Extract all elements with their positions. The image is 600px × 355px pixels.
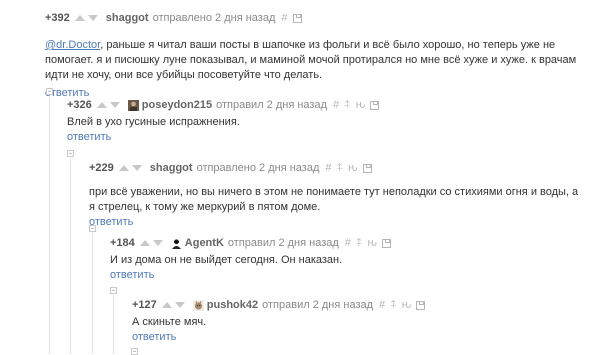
hash-icon[interactable]: # — [345, 237, 351, 249]
comment-text-content: , раньше я читал ваши посты в шапочке из… — [45, 39, 577, 81]
save-icon[interactable] — [362, 163, 372, 173]
pin-icon[interactable]: ⍏ — [356, 237, 363, 250]
pin-icon[interactable]: ⍏ — [344, 99, 351, 112]
reply-link[interactable]: ответить — [67, 131, 587, 143]
comment-time: отправил 2 дня назад — [216, 99, 327, 111]
comment-text: Влей в ухо гусиные испражнения. — [67, 116, 240, 128]
branch-icon[interactable]: ԋ — [348, 162, 358, 174]
comment-header: +392 shaggot отправлено 2 дня назад # — [45, 10, 585, 26]
thread-line — [113, 295, 114, 354]
arrow-down-icon[interactable] — [87, 15, 98, 21]
avatar[interactable] — [127, 99, 139, 111]
save-icon[interactable] — [382, 238, 392, 248]
comment-header: +229 shaggot отправлено 2 дня назад # ⍏ … — [89, 160, 587, 176]
comment: +229 shaggot отправлено 2 дня назад # ⍏ … — [89, 160, 587, 229]
comment-rating: +127 — [132, 299, 157, 311]
comment-author[interactable]: AgentK — [185, 237, 224, 249]
comment-rating: +184 — [110, 237, 135, 249]
arrow-up-icon[interactable] — [96, 102, 107, 108]
arrow-up-icon[interactable] — [118, 165, 129, 171]
branch-icon[interactable]: ԋ — [356, 99, 366, 111]
branch-icon[interactable]: ԋ — [402, 299, 412, 311]
pin-icon[interactable]: ⍏ — [390, 299, 397, 312]
vote-controls — [118, 165, 145, 171]
save-icon[interactable] — [370, 100, 380, 110]
arrow-up-icon[interactable] — [161, 302, 172, 308]
save-icon[interactable] — [292, 13, 302, 23]
collapse-icon[interactable] — [67, 150, 74, 157]
comment-text: А скиньте мяч. — [132, 316, 207, 328]
comment-rating: +326 — [67, 99, 92, 111]
comment-text: @dr.Doctor, раньше я читал ваши посты в … — [45, 38, 585, 83]
vote-controls — [139, 240, 166, 246]
thread-line — [92, 233, 93, 354]
branch-icon[interactable]: ԋ — [368, 237, 378, 249]
reply-link[interactable]: ответить — [89, 216, 587, 228]
thread-line — [49, 96, 50, 354]
comment-time: отправил 2 дня назад — [262, 299, 374, 311]
arrow-down-icon[interactable] — [152, 240, 163, 246]
comment-author[interactable]: shaggot — [150, 162, 193, 174]
hash-icon[interactable]: # — [333, 99, 339, 111]
comment-header: +127 pushok42 отправил 2 дня назад # ⍏ ԋ — [132, 297, 588, 313]
hash-icon[interactable]: # — [281, 12, 287, 24]
arrow-down-icon[interactable] — [174, 302, 185, 308]
vote-controls — [161, 302, 188, 308]
pin-icon[interactable]: ⍏ — [337, 162, 344, 175]
comment: +326 poseydon215 отправил 2 дня назад # … — [67, 97, 587, 143]
comment-time: отправлено 2 дня назад — [152, 12, 276, 24]
comment-author[interactable]: poseydon215 — [142, 99, 212, 111]
comment-author[interactable]: pushok42 — [207, 299, 258, 311]
comment-time: отправил 2 дня назад — [227, 237, 339, 249]
reply-link[interactable]: ответить — [132, 331, 588, 343]
comment: +127 pushok42 отправил 2 дня назад # ⍏ ԋ… — [132, 297, 588, 343]
arrow-down-icon[interactable] — [109, 102, 120, 108]
avatar[interactable] — [170, 237, 182, 249]
arrow-up-icon[interactable] — [74, 15, 85, 21]
save-icon[interactable] — [416, 300, 426, 310]
comment-text: при всё уважении, но вы ничего в этом не… — [89, 186, 579, 213]
comment: +392 shaggot отправлено 2 дня назад # @d… — [45, 10, 585, 99]
comment-author[interactable]: shaggot — [106, 12, 149, 24]
avatar[interactable] — [192, 299, 204, 311]
comment-header: +184 AgentK отправил 2 дня назад # ⍏ ԋ — [110, 235, 588, 251]
arrow-up-icon[interactable] — [139, 240, 150, 246]
comment-rating: +392 — [45, 12, 70, 24]
comment-text: И из дома он не выйдет сегодня. Он наказ… — [110, 254, 343, 266]
collapse-icon[interactable] — [46, 88, 53, 95]
vote-controls — [74, 15, 101, 21]
mention-link[interactable]: @dr.Doctor — [45, 39, 100, 51]
thread-line — [70, 158, 71, 354]
comment-header: +326 poseydon215 отправил 2 дня назад # … — [67, 97, 587, 113]
comment-time: отправлено 2 дня назад — [196, 162, 320, 174]
vote-controls — [96, 102, 123, 108]
collapse-icon[interactable] — [110, 287, 117, 294]
reply-link[interactable]: ответить — [110, 269, 588, 281]
hash-icon[interactable]: # — [379, 299, 385, 311]
arrow-down-icon[interactable] — [131, 165, 142, 171]
hash-icon[interactable]: # — [325, 162, 331, 174]
comment: +184 AgentK отправил 2 дня назад # ⍏ ԋ И… — [110, 235, 588, 281]
comment-rating: +229 — [89, 162, 114, 174]
